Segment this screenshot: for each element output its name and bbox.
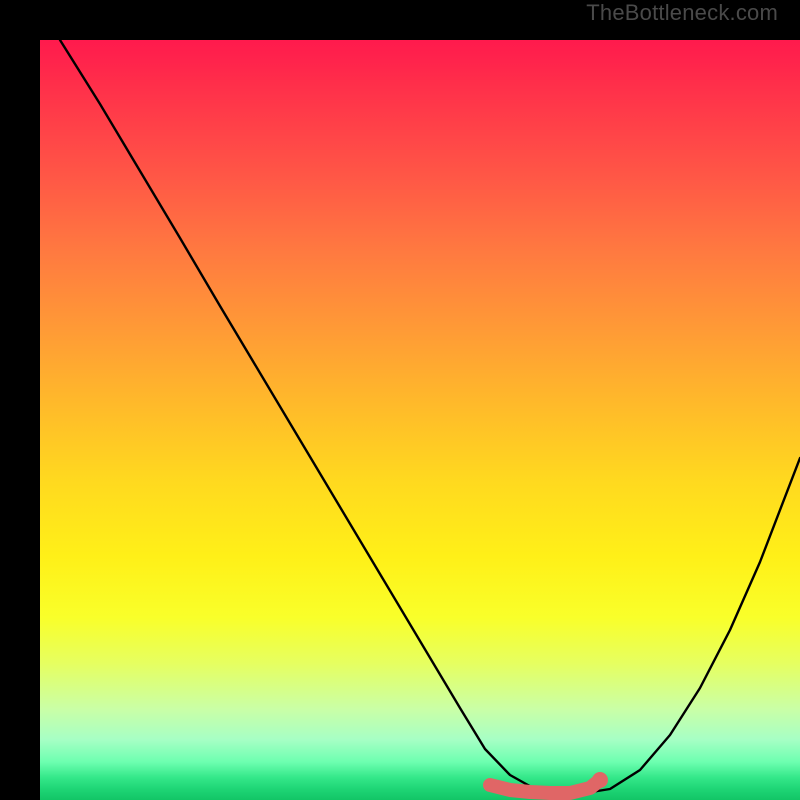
optimal-range-marker (40, 40, 800, 800)
plot-area (40, 40, 800, 800)
watermark-text: TheBottleneck.com (586, 0, 778, 26)
chart-frame (20, 20, 780, 780)
